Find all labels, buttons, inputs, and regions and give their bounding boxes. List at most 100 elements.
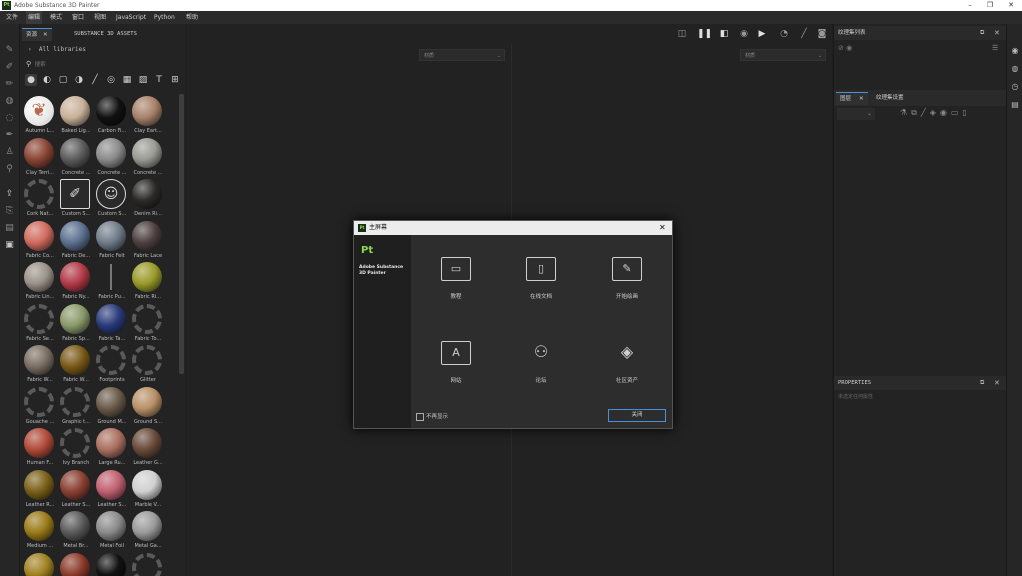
blend-mode-dropdown[interactable]: ⌄ bbox=[837, 108, 875, 120]
material-thumbnail[interactable]: Carbon Fi... bbox=[94, 96, 127, 137]
material-thumbnail[interactable]: Fabric Se... bbox=[22, 303, 55, 345]
log-icon[interactable]: ▤ bbox=[1010, 100, 1020, 110]
material-thumbnail[interactable]: Fabric Ny... bbox=[58, 262, 91, 303]
material-thumbnail[interactable]: Fabric Lace bbox=[130, 220, 163, 262]
filter-grid-icon[interactable]: ⊞ bbox=[169, 74, 181, 86]
menu-python[interactable]: Python bbox=[152, 11, 177, 24]
tab-layers[interactable]: 图层 ✕ bbox=[836, 92, 868, 105]
material-thumbnail[interactable]: Fabric To... bbox=[130, 303, 163, 345]
material-thumbnail[interactable]: Denim Ri... bbox=[130, 179, 163, 220]
material-thumbnail[interactable]: Graphic t... bbox=[58, 386, 91, 428]
material-thumbnail[interactable]: Human F... bbox=[22, 428, 55, 469]
material-thumbnail[interactable]: Fabric Felt bbox=[94, 220, 127, 262]
pause-icon[interactable]: ❚❚ bbox=[697, 27, 712, 41]
brush-view-icon[interactable]: ╱ bbox=[797, 27, 811, 41]
material-thumbnail[interactable]: Large Ru... bbox=[94, 428, 127, 469]
tab-substance-assets[interactable]: SUBSTANCE 3D ASSETS bbox=[70, 28, 141, 40]
material-thumbnail[interactable]: Baked Lig... bbox=[58, 96, 91, 137]
material-thumbnail[interactable]: ✐ Custom S... bbox=[58, 179, 91, 220]
paint-brush-icon[interactable]: ✎ bbox=[3, 44, 16, 57]
material-thumbnail[interactable]: Medium ... bbox=[22, 511, 55, 552]
tile-online-docs[interactable]: ▯ 在线文档 bbox=[511, 257, 571, 317]
document-icon[interactable]: ▣ bbox=[3, 239, 16, 252]
material-thumbnail[interactable]: Metal Br... bbox=[58, 511, 91, 552]
smudge-icon[interactable]: ◌ bbox=[3, 112, 16, 125]
material-thumbnail[interactable]: Cork Nat... bbox=[22, 179, 55, 220]
layer-tools[interactable]: ⚗⧉╱◈◉▭▯ bbox=[900, 108, 971, 118]
menu-view[interactable]: 视图 bbox=[92, 11, 108, 24]
menu-window[interactable]: 窗口 bbox=[70, 11, 86, 24]
material-thumbnail[interactable]: Gouache ... bbox=[22, 386, 55, 428]
material-thumbnail[interactable]: Leather G... bbox=[130, 428, 163, 469]
material-thumbnail[interactable]: Fabric Ri... bbox=[130, 262, 163, 303]
visibility-icons[interactable]: ⊘ ◉ bbox=[838, 44, 852, 52]
material-thumbnail[interactable]: Ground S... bbox=[130, 386, 163, 428]
material-thumbnail[interactable]: Leather R... bbox=[22, 469, 55, 511]
material-thumbnail[interactable]: Leather S... bbox=[58, 469, 91, 511]
material-thumbnail[interactable]: Leather S... bbox=[94, 469, 127, 511]
right-viewport-dropdown[interactable]: 材质 ⌄ bbox=[740, 49, 826, 61]
filter-particles-icon[interactable]: ◎ bbox=[105, 74, 117, 86]
search-field[interactable]: ⚲ 搜索 bbox=[26, 60, 176, 70]
material-thumbnail[interactable]: Glitter bbox=[130, 345, 163, 386]
close-icon[interactable]: ✕ bbox=[859, 96, 864, 102]
material-thumbnail[interactable]: Footprints bbox=[94, 345, 127, 386]
material-picker-icon[interactable]: ♙ bbox=[3, 146, 16, 159]
material-thumbnail[interactable]: Fabric Pu... bbox=[94, 262, 127, 303]
filter-textures-icon[interactable]: ▢ bbox=[57, 74, 69, 86]
export-icon[interactable]: ⎘ bbox=[3, 205, 16, 218]
material-thumbnail[interactable]: Fabric Lin... bbox=[22, 262, 55, 303]
screenshot-icon[interactable]: ◙ bbox=[815, 27, 829, 41]
layers-icon[interactable]: ▤ bbox=[3, 222, 16, 235]
close-icon[interactable]: ✕ bbox=[994, 26, 1000, 40]
material-thumbnail[interactable]: Fabric Co... bbox=[22, 220, 55, 262]
material-view-icon[interactable]: ◉ bbox=[737, 27, 751, 41]
material-thumbnail[interactable]: Metal Foil bbox=[94, 511, 127, 552]
filter-masks-icon[interactable]: ◑ bbox=[73, 74, 85, 86]
material-thumbnail[interactable] bbox=[130, 552, 163, 576]
material-thumbnail[interactable]: Clay Eart... bbox=[130, 96, 163, 137]
filter-text-icon[interactable]: T bbox=[153, 74, 165, 86]
tile-website[interactable]: A 网站 bbox=[426, 341, 486, 401]
material-thumbnail[interactable]: Fabric De... bbox=[58, 220, 91, 262]
restore-button[interactable]: ❐ bbox=[980, 0, 1000, 11]
material-thumbnail[interactable]: Fabric Ta... bbox=[94, 303, 127, 345]
camera-icon[interactable]: ▶ bbox=[755, 27, 769, 41]
dont-show-again[interactable]: 不再显示 bbox=[416, 412, 448, 421]
history-icon[interactable]: ◷ bbox=[1010, 82, 1020, 92]
float-panel-icon[interactable]: ⧉ bbox=[980, 26, 984, 40]
close-window-button[interactable]: ✕ bbox=[1001, 0, 1021, 11]
material-thumbnail[interactable] bbox=[58, 552, 91, 576]
bake-icon[interactable]: ⇪ bbox=[3, 188, 16, 201]
tab-texture-set-settings[interactable]: 纹理集设置 bbox=[872, 92, 908, 104]
assets-scrollbar[interactable] bbox=[179, 94, 184, 374]
tile-forum[interactable]: ⚇ 论坛 bbox=[511, 341, 571, 401]
menu-javascript[interactable]: JavaScript bbox=[114, 11, 148, 24]
dialog-close-icon[interactable]: ✕ bbox=[659, 221, 666, 235]
clone-icon[interactable]: ✒ bbox=[3, 129, 16, 142]
menu-edit[interactable]: 编辑 bbox=[26, 11, 43, 24]
close-button[interactable]: 关闭 bbox=[608, 409, 666, 422]
filter-smart-materials-icon[interactable]: ◐ bbox=[41, 74, 53, 86]
menu-help[interactable]: 帮助 bbox=[184, 11, 200, 24]
material-thumbnail[interactable]: ☺ Custom S... bbox=[94, 179, 127, 220]
material-thumbnail[interactable]: Ground M... bbox=[94, 386, 127, 428]
split-view-icon[interactable]: ◧ bbox=[717, 27, 731, 41]
filter-alphas-icon[interactable]: ▦ bbox=[121, 74, 133, 86]
close-icon[interactable]: ✕ bbox=[994, 376, 1000, 390]
minimize-button[interactable]: – bbox=[960, 0, 980, 11]
material-thumbnail[interactable]: Clay Terri... bbox=[22, 137, 55, 179]
menu-mode[interactable]: 模式 bbox=[48, 11, 64, 24]
float-panel-icon[interactable]: ⧉ bbox=[980, 376, 984, 390]
filter-images-icon[interactable]: ▨ bbox=[137, 74, 149, 86]
filter-materials-icon[interactable]: ● bbox=[25, 74, 37, 86]
eyedropper-icon[interactable]: ⚲ bbox=[3, 163, 16, 176]
checkbox[interactable] bbox=[416, 412, 424, 421]
projection-icon[interactable]: ✏ bbox=[3, 78, 16, 91]
material-thumbnail[interactable] bbox=[94, 552, 127, 576]
display-settings-icon[interactable]: ◍ bbox=[1010, 64, 1020, 74]
shelf-icon[interactable]: ◉ bbox=[1010, 46, 1020, 56]
material-thumbnail[interactable]: Concrete ... bbox=[94, 137, 127, 179]
tile-community-assets[interactable]: ◈ 社区资产 bbox=[597, 341, 657, 401]
material-thumbnail[interactable]: Fabric W... bbox=[22, 345, 55, 386]
